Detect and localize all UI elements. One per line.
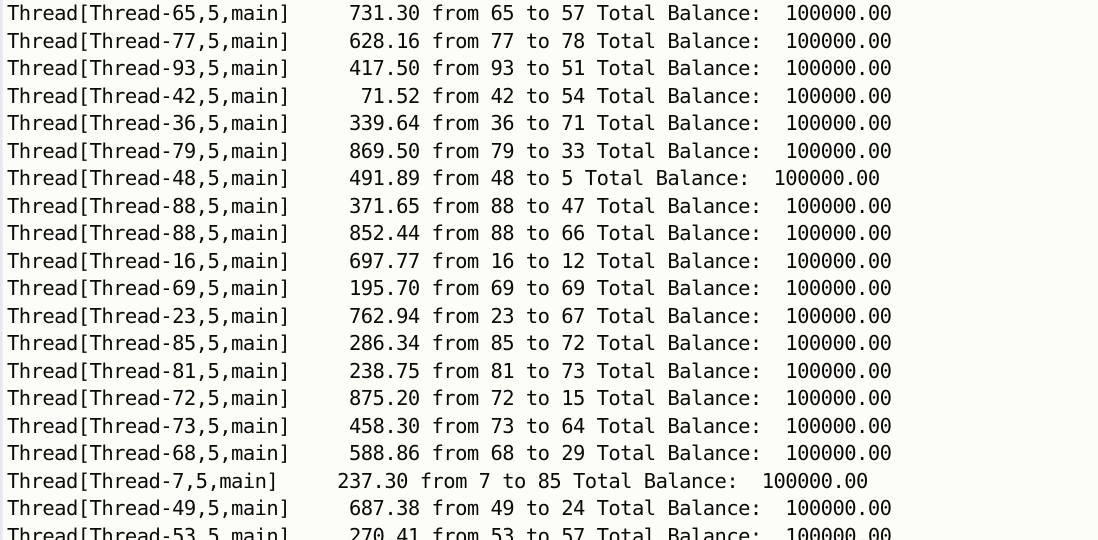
log-line: Thread[Thread-79,5,main] 869.50 from 79 … [7,138,892,163]
log-line: Thread[Thread-85,5,main] 286.34 from 85 … [7,331,892,355]
log-line: Thread[Thread-65,5,main] 731.30 from 65 … [7,1,892,25]
log-line: Thread[Thread-36,5,main] 339.64 from 36 … [7,111,892,135]
log-line: Thread[Thread-73,5,main] 458.30 from 73 … [7,413,892,438]
log-line: Thread[Thread-23,5,main] 762.94 from 23 … [7,303,892,328]
log-line: Thread[Thread-49,5,main] 687.38 from 49 … [7,496,892,520]
console-output-pane[interactable]: Thread[Thread-65,5,main] 731.30 from 65 … [0,0,1098,540]
log-line: Thread[Thread-16,5,main] 697.77 from 16 … [7,248,892,273]
log-line: Thread[Thread-48,5,main] 491.89 from 48 … [7,166,880,190]
log-line: Thread[Thread-53,5,main] 270.41 from 53 … [7,523,892,540]
log-line: Thread[Thread-68,5,main] 588.86 from 68 … [7,441,892,465]
log-line: Thread[Thread-81,5,main] 238.75 from 81 … [7,358,892,383]
log-line: Thread[Thread-69,5,main] 195.70 from 69 … [7,276,892,300]
log-line: Thread[Thread-77,5,main] 628.16 from 77 … [7,28,892,53]
log-line: Thread[Thread-7,5,main] 237.30 from 7 to… [7,468,868,493]
log-line: Thread[Thread-93,5,main] 417.50 from 93 … [7,56,892,80]
log-line: Thread[Thread-88,5,main] 371.65 from 88 … [7,193,892,218]
log-line: Thread[Thread-72,5,main] 875.20 from 72 … [7,386,892,410]
log-line: Thread[Thread-88,5,main] 852.44 from 88 … [7,221,892,245]
log-line: Thread[Thread-42,5,main] 71.52 from 42 t… [7,83,892,108]
